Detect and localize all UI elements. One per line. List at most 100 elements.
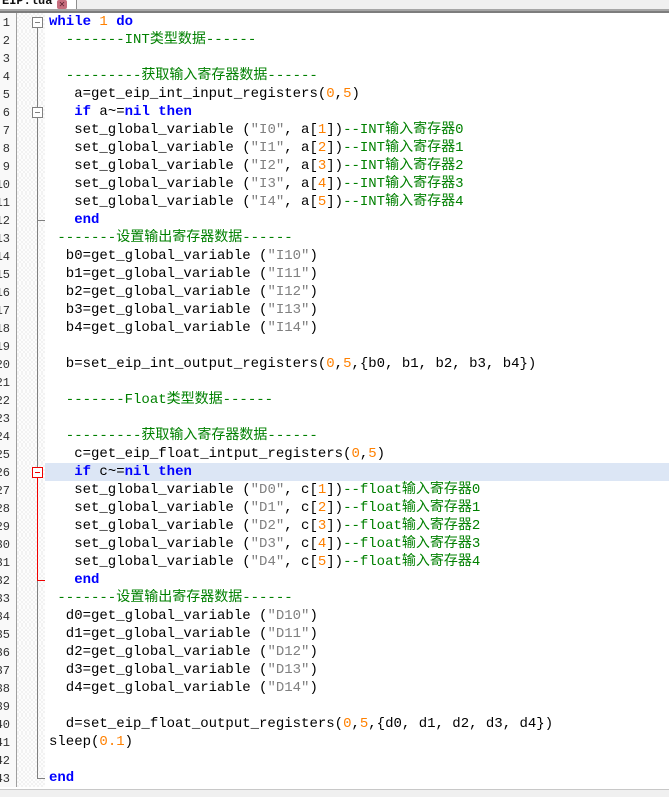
code-line-content[interactable]: [45, 49, 669, 67]
fold-margin[interactable]: [17, 355, 45, 373]
code-line-content[interactable]: while 1 do: [45, 13, 669, 31]
fold-margin[interactable]: [17, 301, 45, 319]
fold-margin[interactable]: [17, 679, 45, 697]
fold-margin[interactable]: [17, 193, 45, 211]
code-line-content[interactable]: [45, 751, 669, 769]
code-line: 19: [0, 337, 669, 355]
code-line-content[interactable]: set_global_variable ("I4", a[5])--INT输入寄…: [45, 193, 669, 211]
code-line-content[interactable]: d1=get_global_variable ("D11"): [45, 625, 669, 643]
fold-margin[interactable]: [17, 85, 45, 103]
code-line-content[interactable]: [45, 697, 669, 715]
fold-margin[interactable]: [17, 553, 45, 571]
code-line-content[interactable]: b=set_eip_int_output_registers(0,5,{b0, …: [45, 355, 669, 373]
fold-margin[interactable]: [17, 625, 45, 643]
fold-margin[interactable]: [17, 643, 45, 661]
fold-margin[interactable]: [17, 769, 45, 787]
fold-margin[interactable]: [17, 319, 45, 337]
fold-margin[interactable]: [17, 391, 45, 409]
fold-margin[interactable]: [17, 715, 45, 733]
code-line-content[interactable]: b3=get_global_variable ("I13"): [45, 301, 669, 319]
fold-margin[interactable]: [17, 463, 45, 481]
code-line-content[interactable]: set_global_variable ("D4", c[5])--float输…: [45, 553, 669, 571]
fold-margin[interactable]: [17, 121, 45, 139]
code-line-content[interactable]: d3=get_global_variable ("D13"): [45, 661, 669, 679]
fold-margin[interactable]: [17, 499, 45, 517]
code-line-content[interactable]: -------设置输出寄存器数据------: [45, 589, 669, 607]
code-line-content[interactable]: a=get_eip_int_input_registers(0,5): [45, 85, 669, 103]
code-line-content[interactable]: set_global_variable ("D0", c[1])--float输…: [45, 481, 669, 499]
code-line-content[interactable]: end: [45, 571, 669, 589]
fold-margin[interactable]: [17, 733, 45, 751]
fold-margin[interactable]: [17, 103, 45, 121]
code-line-content[interactable]: if a~=nil then: [45, 103, 669, 121]
code-line: 9 set_global_variable ("I2", a[3])--INT输…: [0, 157, 669, 175]
line-number: 27: [0, 481, 17, 499]
code-line-content[interactable]: d0=get_global_variable ("D10"): [45, 607, 669, 625]
fold-margin[interactable]: [17, 571, 45, 589]
code-line-content[interactable]: set_global_variable ("D2", c[3])--float输…: [45, 517, 669, 535]
line-number: 7: [0, 121, 17, 139]
fold-margin[interactable]: [17, 373, 45, 391]
fold-margin[interactable]: [17, 607, 45, 625]
code-line-content[interactable]: set_global_variable ("I2", a[3])--INT输入寄…: [45, 157, 669, 175]
fold-margin[interactable]: [17, 175, 45, 193]
code-line-content[interactable]: end: [45, 211, 669, 229]
code-line-content[interactable]: set_global_variable ("I0", a[1])--INT输入寄…: [45, 121, 669, 139]
code-line-content[interactable]: set_global_variable ("D1", c[2])--float输…: [45, 499, 669, 517]
code-line-content[interactable]: -------Float类型数据------: [45, 391, 669, 409]
fold-toggle-icon[interactable]: [32, 17, 43, 28]
fold-toggle-icon[interactable]: [32, 467, 43, 478]
code-line-content[interactable]: b0=get_global_variable ("I10"): [45, 247, 669, 265]
fold-margin[interactable]: [17, 661, 45, 679]
code-line-content[interactable]: d=set_eip_float_output_registers(0,5,{d0…: [45, 715, 669, 733]
code-line-content[interactable]: if c~=nil then: [45, 463, 669, 481]
code-line-content[interactable]: sleep(0.1): [45, 733, 669, 751]
code-line-content[interactable]: -------设置输出寄存器数据------: [45, 229, 669, 247]
code-line-content[interactable]: [45, 409, 669, 427]
code-line-content[interactable]: [45, 337, 669, 355]
code-line-content[interactable]: set_global_variable ("D3", c[4])--float输…: [45, 535, 669, 553]
fold-margin[interactable]: [17, 589, 45, 607]
fold-margin[interactable]: [17, 337, 45, 355]
fold-margin[interactable]: [17, 13, 45, 31]
code-editor[interactable]: 1while 1 do2 -------INT类型数据------34 ----…: [0, 13, 669, 787]
fold-margin[interactable]: [17, 517, 45, 535]
code-line-content[interactable]: d4=get_global_variable ("D14"): [45, 679, 669, 697]
fold-margin[interactable]: [17, 409, 45, 427]
tab-eip-lua[interactable]: EIP.lua ✕: [0, 0, 76, 9]
fold-margin[interactable]: [17, 31, 45, 49]
line-number: 29: [0, 517, 17, 535]
code-line-content[interactable]: set_global_variable ("I1", a[2])--INT输入寄…: [45, 139, 669, 157]
code-line-content[interactable]: b2=get_global_variable ("I12"): [45, 283, 669, 301]
fold-margin[interactable]: [17, 445, 45, 463]
fold-toggle-icon[interactable]: [32, 107, 43, 118]
fold-margin[interactable]: [17, 247, 45, 265]
fold-margin[interactable]: [17, 535, 45, 553]
fold-margin[interactable]: [17, 229, 45, 247]
code-line-content[interactable]: ---------获取输入寄存器数据------: [45, 427, 669, 445]
code-line-content[interactable]: ---------获取输入寄存器数据------: [45, 67, 669, 85]
fold-margin[interactable]: [17, 211, 45, 229]
fold-margin[interactable]: [17, 139, 45, 157]
code-line: 7 set_global_variable ("I0", a[1])--INT输…: [0, 121, 669, 139]
code-line-content[interactable]: b1=get_global_variable ("I11"): [45, 265, 669, 283]
code-line-content[interactable]: -------INT类型数据------: [45, 31, 669, 49]
code-line-content[interactable]: b4=get_global_variable ("I14"): [45, 319, 669, 337]
code-line-content[interactable]: c=get_eip_float_intput_registers(0,5): [45, 445, 669, 463]
code-line: 18 b4=get_global_variable ("I14"): [0, 319, 669, 337]
code-line-content[interactable]: d2=get_global_variable ("D12"): [45, 643, 669, 661]
tab-close-icon[interactable]: ✕: [57, 0, 67, 9]
fold-margin[interactable]: [17, 697, 45, 715]
fold-margin[interactable]: [17, 157, 45, 175]
line-number: 22: [0, 391, 17, 409]
fold-margin[interactable]: [17, 427, 45, 445]
code-line-content[interactable]: set_global_variable ("I3", a[4])--INT输入寄…: [45, 175, 669, 193]
fold-margin[interactable]: [17, 481, 45, 499]
fold-margin[interactable]: [17, 67, 45, 85]
fold-margin[interactable]: [17, 49, 45, 67]
fold-margin[interactable]: [17, 265, 45, 283]
code-line-content[interactable]: [45, 373, 669, 391]
code-line-content[interactable]: end: [45, 769, 669, 787]
fold-margin[interactable]: [17, 283, 45, 301]
fold-margin[interactable]: [17, 751, 45, 769]
